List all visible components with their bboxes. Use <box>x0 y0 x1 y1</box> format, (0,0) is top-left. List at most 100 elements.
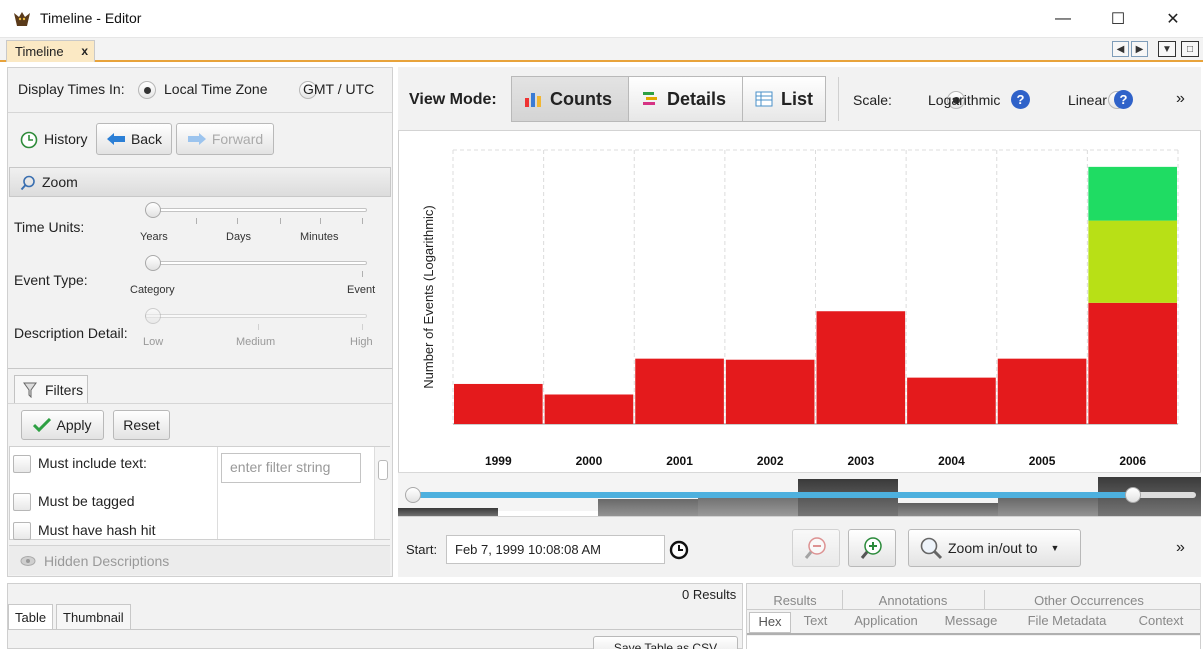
x-tick-label: 2000 <box>576 454 603 468</box>
time-units-label: Time Units: <box>14 219 85 235</box>
filters-tab[interactable]: Filters <box>14 375 88 404</box>
bar-2002-s0[interactable] <box>725 359 815 424</box>
tab-file-metadata[interactable]: File Metadata <box>1008 613 1126 628</box>
scale-linear-label[interactable]: Linear <box>1068 92 1107 108</box>
close-window-button[interactable]: ✕ <box>1150 0 1196 38</box>
tab-close-icon[interactable]: x <box>81 44 88 58</box>
bar-2006-s0[interactable] <box>1088 302 1177 424</box>
maximize-button[interactable]: ☐ <box>1095 0 1141 38</box>
zoom-section-header[interactable]: Zoom <box>9 167 391 197</box>
back-button[interactable]: Back <box>96 123 172 155</box>
details-label: Details <box>667 88 727 109</box>
bar-2001-s0[interactable] <box>635 358 724 424</box>
help-icon[interactable]: ? <box>1011 90 1030 109</box>
scale-log-label[interactable]: Logarithmic <box>928 92 1000 108</box>
tick-label: Days <box>226 231 252 243</box>
start-label: Start: <box>406 542 438 557</box>
tick-label: Category <box>130 284 175 296</box>
time-units-slider-track[interactable] <box>145 208 367 212</box>
history-icon <box>20 131 38 152</box>
tab-timeline[interactable]: Timeline x <box>6 40 95 62</box>
filter-item-label: Must have hash hit <box>38 522 156 538</box>
filter-item-label: Must be tagged <box>38 493 135 509</box>
range-slider-low-handle[interactable] <box>405 487 421 503</box>
must-have-hash-hit-checkbox[interactable] <box>13 522 31 540</box>
details-icon <box>643 92 657 105</box>
overflow-icon[interactable]: » <box>1176 90 1185 108</box>
counts-mode-button[interactable]: Counts <box>511 76 629 122</box>
display-times-label: Display Times In: <box>18 81 125 97</box>
bar-2000-s0[interactable] <box>544 394 634 424</box>
table-list-icon <box>755 91 773 107</box>
tab-application[interactable]: Application <box>838 613 934 628</box>
restore-window-icon[interactable]: □ <box>1181 41 1199 57</box>
tick-label: Medium <box>236 336 276 348</box>
zoom-in-icon <box>860 537 882 559</box>
bar-2005-s0[interactable] <box>997 358 1087 424</box>
tab-annotations[interactable]: Annotations <box>843 593 983 608</box>
chevron-down-icon: ▼ <box>1050 543 1060 553</box>
tab-table[interactable]: Table <box>8 604 54 630</box>
tab-hex[interactable]: Hex <box>749 612 791 633</box>
zoom-out-icon <box>804 537 826 559</box>
bar-2004-s0[interactable] <box>907 377 996 424</box>
range-slider-fill <box>413 492 1134 498</box>
tab-text[interactable]: Text <box>793 613 838 628</box>
clock-icon[interactable] <box>669 540 689 563</box>
save-csv-button[interactable]: Save Table as CSV <box>593 636 738 649</box>
tab-prev-icon[interactable]: ◀ <box>1112 41 1129 57</box>
tab-next-icon[interactable]: ▶ <box>1131 41 1148 57</box>
desc-detail-slider-track[interactable] <box>145 314 367 318</box>
minimize-button[interactable]: — <box>1040 0 1086 38</box>
results-count: 0 Results <box>682 587 737 602</box>
magnifier-icon <box>20 175 35 191</box>
details-mode-button[interactable]: Details <box>628 76 743 122</box>
reset-button[interactable]: Reset <box>113 410 170 440</box>
filter-scrollbar[interactable] <box>374 447 390 539</box>
overflow-icon[interactable]: » <box>1176 539 1185 557</box>
filters-label: Filters <box>45 382 84 398</box>
tz-local-label[interactable]: Local Time Zone <box>164 81 268 97</box>
bar-2003-s0[interactable] <box>816 311 906 424</box>
zoom-to-dropdown[interactable]: Zoom in/out to ▼ <box>908 529 1081 567</box>
tab-other-occurrences[interactable]: Other Occurrences <box>985 593 1193 608</box>
eye-icon <box>20 556 36 566</box>
tab-context[interactable]: Context <box>1126 613 1196 628</box>
bar-2006-s1[interactable] <box>1088 220 1177 303</box>
x-tick-label: 2002 <box>757 454 784 468</box>
history-label: History <box>44 131 88 147</box>
tz-gmt-label[interactable]: GMT / UTC <box>303 81 374 97</box>
hidden-descriptions-label: Hidden Descriptions <box>44 553 170 569</box>
zoom-in-button[interactable] <box>848 529 896 567</box>
back-label: Back <box>130 131 163 147</box>
tab-dropdown-icon[interactable]: ▼ <box>1158 41 1176 57</box>
desc-detail-slider-knob[interactable] <box>145 308 161 324</box>
tab-strip <box>0 38 1203 62</box>
forward-button[interactable]: Forward <box>176 123 274 155</box>
bar-2006-s2[interactable] <box>1088 166 1177 221</box>
must-include-text-checkbox[interactable] <box>13 455 31 473</box>
magnifier-icon <box>920 537 943 560</box>
event-type-slider-knob[interactable] <box>145 255 161 271</box>
must-be-tagged-checkbox[interactable] <box>13 493 31 511</box>
forward-label: Forward <box>211 131 264 147</box>
x-tick-label: 2003 <box>847 454 874 468</box>
apply-button[interactable]: Apply <box>21 410 104 440</box>
event-type-slider-track[interactable] <box>145 261 367 265</box>
start-datetime-input[interactable]: Feb 7, 1999 10:08:08 AM <box>446 535 665 564</box>
counts-label: Counts <box>550 88 612 109</box>
list-mode-button[interactable]: List <box>742 76 826 122</box>
hidden-descriptions-header[interactable]: Hidden Descriptions <box>9 545 390 575</box>
checkmark-icon <box>33 418 52 432</box>
tab-results[interactable]: Results <box>748 593 842 608</box>
tab-message[interactable]: Message <box>934 613 1008 628</box>
filter-text-input[interactable]: enter filter string <box>221 453 361 483</box>
tab-timeline-label: Timeline <box>15 44 64 59</box>
tab-thumbnail[interactable]: Thumbnail <box>56 604 131 630</box>
help-icon[interactable]: ? <box>1114 90 1133 109</box>
title-bar <box>0 0 1203 38</box>
zoom-out-button[interactable] <box>792 529 840 567</box>
time-units-slider-knob[interactable] <box>145 202 161 218</box>
bar-1999-s0[interactable] <box>454 383 543 424</box>
x-tick-label: 2004 <box>938 454 965 468</box>
